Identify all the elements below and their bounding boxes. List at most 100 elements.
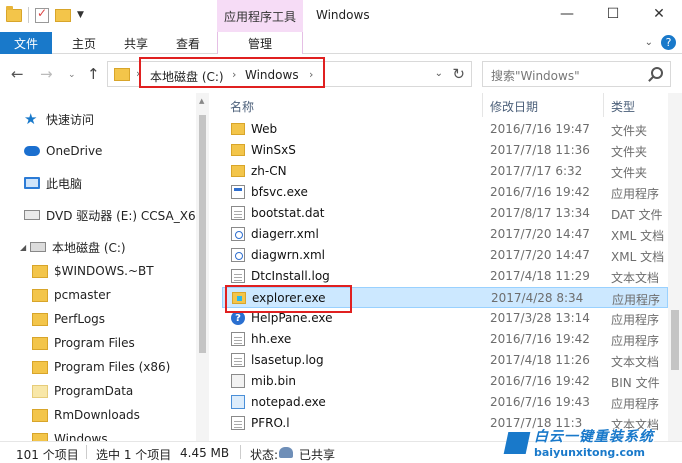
file-row[interactable]: lsasetup.log 2017/4/18 11:26 文本文档 [222,350,668,371]
file-row[interactable]: hh.exe 2016/7/16 19:42 应用程序 [222,329,668,350]
file-type: 文件夹 [611,145,648,159]
close-button[interactable]: ✕ [636,0,682,28]
file-date: 2016/7/16 19:47 [490,122,590,136]
file-row[interactable]: WinSxS 2017/7/18 11:36 文件夹 [222,140,668,161]
file-list: ^ 名称 修改日期 类型 Web 2016/7/16 19:47 文件夹 Win… [222,93,668,441]
nav-item-label: $WINDOWS.~BT [54,264,154,278]
file-name: lsasetup.log [251,353,324,367]
folder-icon [114,68,130,81]
tab-file[interactable]: 文件 [0,32,52,54]
properties-icon[interactable] [35,6,49,23]
title-bar: ▼ 应用程序工具 Windows — ☐ ✕ [0,0,682,32]
file-row[interactable]: DtcInstall.log 2017/4/18 11:29 文本文档 [222,266,668,287]
folder-icon [32,360,48,374]
watermark: 白云一键重装系统 baiyunxitong.com [503,424,682,463]
nav-item-quick-access[interactable]: ★ 快速访问 [24,108,94,130]
divider [240,445,241,459]
folder-icon [231,165,245,177]
divider [28,7,29,23]
column-date[interactable]: 修改日期 [490,98,538,115]
minimize-button[interactable]: — [544,0,590,28]
expand-arrow-icon[interactable]: ◢ [20,243,26,252]
nav-item-folder[interactable]: ProgramData [32,380,133,402]
recent-locations-icon[interactable]: ⌄ [68,70,76,80]
application-icon [231,185,245,199]
nav-item-this-pc[interactable]: 此电脑 [24,172,82,194]
forward-arrow-icon[interactable]: → [40,65,53,83]
file-row[interactable]: diagwrn.xml 2017/7/20 14:47 XML 文档 [222,245,668,266]
column-name[interactable]: 名称 [230,98,254,115]
nav-item-folder[interactable]: Program Files [32,332,135,354]
file-type: 应用程序 [611,313,660,327]
folder-icon [6,5,22,22]
new-folder-icon[interactable] [55,8,71,22]
maximize-button[interactable]: ☐ [590,0,636,28]
file-row[interactable]: zh-CN 2017/7/17 6:32 文件夹 [222,161,668,182]
document-icon [231,206,245,220]
refresh-icon[interactable]: ↻ [452,65,465,83]
nav-item-local-disk[interactable]: 本地磁盘 (C:) [30,236,126,258]
nav-item-folder[interactable]: RmDownloads [32,404,140,426]
column-divider[interactable] [603,93,604,117]
up-arrow-icon[interactable]: ↑ [87,65,100,83]
nav-item-folder[interactable]: Program Files (x86) [32,356,170,378]
file-row[interactable]: notepad.exe 2016/7/16 19:43 应用程序 [222,392,668,413]
file-type: 文本文档 [611,271,660,285]
dvd-drive-icon [24,210,40,220]
file-row[interactable]: bfsvc.exe 2016/7/16 19:42 应用程序 [222,182,668,203]
file-name: WinSxS [251,143,296,157]
file-name: hh.exe [251,332,292,346]
file-row[interactable]: diagerr.xml 2017/7/20 14:47 XML 文档 [222,224,668,245]
nav-item-label: Program Files [54,336,135,350]
file-type: 应用程序 [612,293,661,307]
nav-item-label: 本地磁盘 (C:) [52,240,126,255]
file-date: 2017/4/18 11:29 [490,269,590,283]
xml-document-icon [231,227,245,241]
nav-item-label: Program Files (x86) [54,360,171,374]
nav-item-label: DVD 驱动器 (E:) CCSA_X64 [46,208,204,223]
back-arrow-icon[interactable]: ← [11,65,24,83]
column-type[interactable]: 类型 [611,98,635,115]
tab-share[interactable]: 共享 [110,32,162,54]
scroll-up-icon[interactable]: ▲ [199,97,204,105]
selected-size: 4.45 MB [180,446,230,460]
navigation-scrollbar-thumb[interactable] [199,115,206,353]
search-placeholder: 搜索"Windows" [491,69,580,83]
search-input[interactable]: 搜索"Windows" [482,61,671,87]
nav-item-onedrive[interactable]: OneDrive [24,140,102,162]
file-type: BIN 文件 [611,376,660,390]
file-type: 应用程序 [611,397,660,411]
nav-item-dvd-drive[interactable]: DVD 驱动器 (E:) CCSA_X64 [24,204,203,226]
customize-toolbar-icon[interactable]: ▼ [77,10,84,20]
nav-item-folder[interactable]: $WINDOWS.~BT [32,260,154,282]
tab-view[interactable]: 查看 [162,32,214,54]
column-divider[interactable] [482,93,483,117]
nav-item-folder[interactable]: Windows [32,428,108,441]
document-icon [231,332,245,346]
contextual-tab-group: 应用程序工具 [217,0,303,32]
tab-manage[interactable]: 管理 [217,32,303,54]
tab-home[interactable]: 主页 [58,32,110,54]
file-row[interactable]: mib.bin 2016/7/16 19:42 BIN 文件 [222,371,668,392]
file-date: 2017/8/17 13:34 [490,206,590,220]
file-date: 2017/7/18 11:36 [490,143,590,157]
nav-item-folder[interactable]: pcmaster [32,284,111,306]
file-row[interactable]: bootstat.dat 2017/8/17 13:34 DAT 文件 [222,203,668,224]
nav-item-folder[interactable]: PerfLogs [32,308,105,330]
help-icon[interactable]: ? [661,35,676,50]
shared-users-icon [279,447,293,458]
logo [503,432,531,454]
binary-file-icon [231,374,245,388]
file-row[interactable]: Web 2016/7/16 19:47 文件夹 [222,119,668,140]
file-list-scrollbar-thumb[interactable] [671,310,679,370]
xml-document-icon [231,248,245,262]
file-name: diagerr.xml [251,227,319,241]
search-icon[interactable] [651,67,663,79]
item-count: 101 个项目 [16,448,79,462]
file-list-scrollbar[interactable] [668,93,682,441]
address-dropdown-icon[interactable]: ⌄ [435,68,443,79]
expand-ribbon-icon[interactable]: ⌄ [645,37,653,48]
file-date: 2016/7/16 19:42 [490,332,590,346]
nav-item-label: RmDownloads [54,408,140,422]
nav-item-label: OneDrive [46,144,103,158]
